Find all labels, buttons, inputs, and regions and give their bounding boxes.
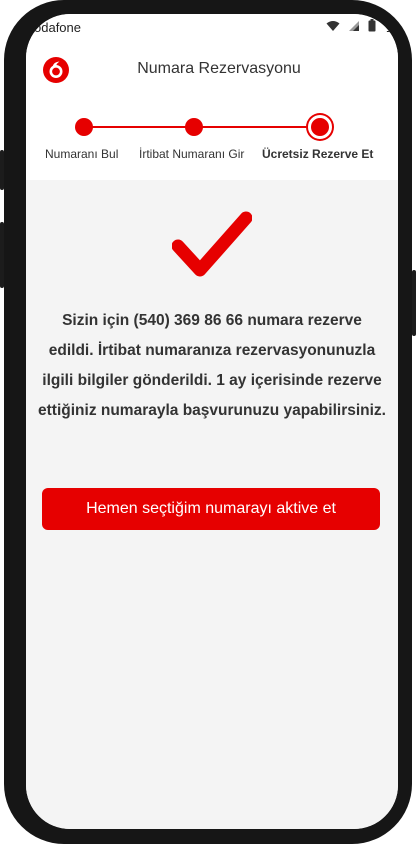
step-connector <box>84 126 194 128</box>
checkmark-icon <box>171 210 253 282</box>
result-panel: Sizin için (540) 369 86 66 numara rezerv… <box>26 180 398 829</box>
reservation-message: Sizin için (540) 369 86 66 numara rezerv… <box>38 312 386 419</box>
step-3-label: Ücretsiz Rezerve Et <box>262 147 374 161</box>
app-header: Numara Rezervasyonu <box>26 44 398 96</box>
status-bar: odafone 13: <box>26 14 398 44</box>
progress-stepper: Numaranı Bul İrtibat Numaranı Gir Ücrets… <box>26 96 398 180</box>
activate-number-button[interactable]: Hemen seçtiğim numarayı aktive et <box>42 488 380 530</box>
step-1-label: Numaranı Bul <box>45 147 119 161</box>
status-icons: 13: <box>326 19 398 35</box>
phone-frame: odafone 13: <box>0 0 416 844</box>
signal-icon <box>348 20 360 35</box>
battery-icon <box>368 19 376 35</box>
step-2-dot <box>185 118 203 136</box>
wifi-icon <box>326 20 340 35</box>
step-connector <box>194 126 320 128</box>
clock: 13: <box>385 19 398 35</box>
side-button-left-top <box>0 150 4 190</box>
side-button-right <box>412 270 416 336</box>
screen: odafone 13: <box>26 14 398 829</box>
step-3-dot <box>308 115 332 139</box>
step-1-dot <box>75 118 93 136</box>
page-title: Numara Rezervasyonu <box>137 60 301 77</box>
side-button-left-bottom <box>0 222 4 288</box>
carrier-name: odafone <box>34 20 81 35</box>
step-2-label: İrtibat Numaranı Gir <box>139 147 245 161</box>
